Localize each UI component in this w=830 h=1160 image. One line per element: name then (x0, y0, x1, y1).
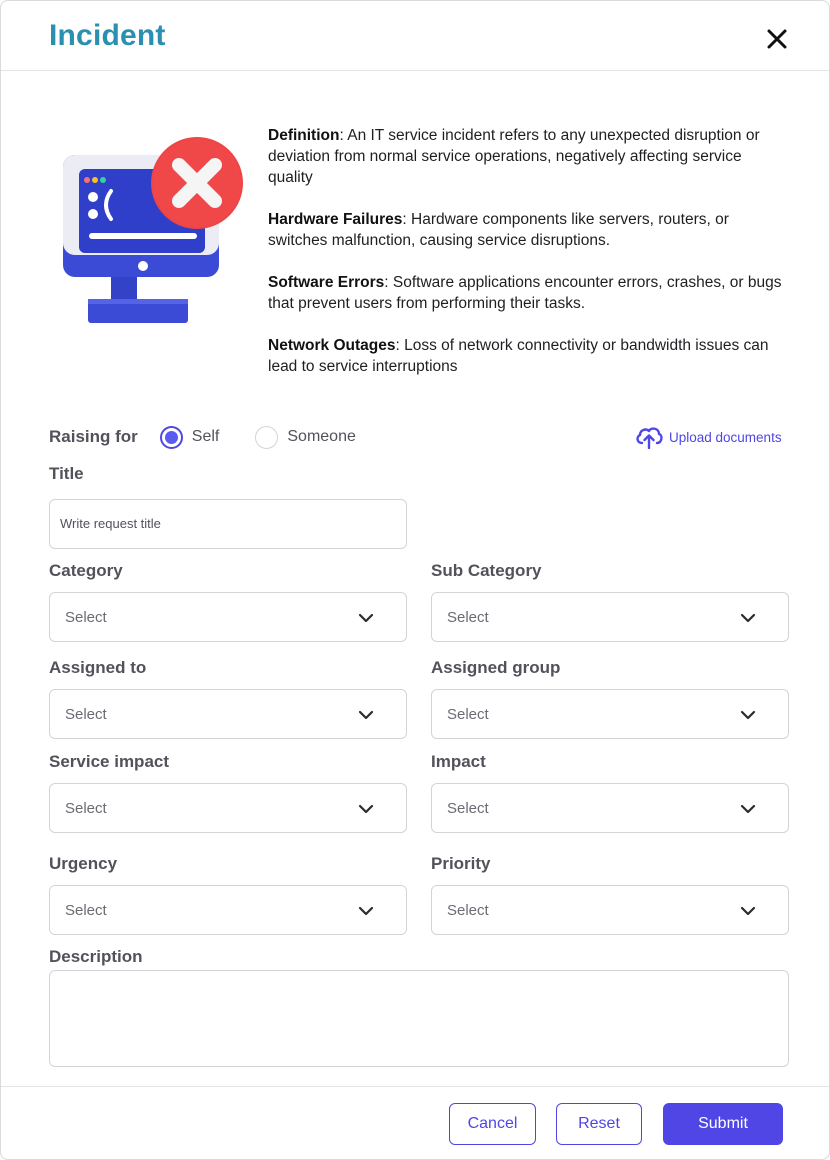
assigned-to-select[interactable]: Select (49, 689, 407, 739)
chevron-down-icon (358, 804, 374, 814)
sub-category-select[interactable]: Select (431, 592, 789, 642)
service-impact-value: Select (65, 800, 107, 817)
service-impact-label: Service impact (49, 752, 170, 771)
submit-button[interactable]: Submit (663, 1103, 783, 1145)
upload-documents-link[interactable]: Upload documents (635, 425, 782, 449)
urgency-label: Urgency (49, 854, 118, 873)
chevron-down-icon (740, 613, 756, 623)
raising-for-group: Raising for Self Someone (49, 425, 392, 449)
chevron-down-icon (740, 804, 756, 814)
category-label: Category (49, 561, 123, 580)
reset-button[interactable]: Reset (556, 1103, 642, 1145)
upload-documents-label: Upload documents (669, 429, 782, 445)
assigned-to-value: Select (65, 706, 107, 723)
assigned-group-select[interactable]: Select (431, 689, 789, 739)
priority-label: Priority (431, 854, 491, 873)
radio-someone-label[interactable]: Someone (287, 428, 356, 446)
title-input[interactable]: Write request title (49, 499, 407, 549)
network-outages-paragraph: Network Outages: Loss of network connect… (268, 337, 769, 375)
software-errors-paragraph: Software Errors: Software applications e… (268, 274, 782, 312)
sub-category-value: Select (447, 609, 489, 626)
assigned-to-label: Assigned to (49, 658, 147, 677)
footer-divider (1, 1086, 829, 1087)
incident-definitions: Definition: An IT service incident refer… (268, 125, 788, 398)
sub-category-label: Sub Category (431, 561, 542, 580)
chevron-down-icon (358, 906, 374, 916)
title-placeholder: Write request title (60, 516, 161, 531)
definition-paragraph: Definition: An IT service incident refer… (268, 127, 760, 186)
category-value: Select (65, 609, 107, 626)
assigned-group-value: Select (447, 706, 489, 723)
priority-value: Select (447, 902, 489, 919)
description-textarea[interactable] (49, 970, 789, 1067)
incident-dialog: Incident Definition: An IT service incid… (0, 0, 830, 1160)
radio-self-label[interactable]: Self (192, 428, 220, 446)
raising-for-label: Raising for (49, 427, 138, 446)
priority-select[interactable]: Select (431, 885, 789, 935)
dialog-title: Incident (49, 19, 166, 52)
cancel-button[interactable]: Cancel (449, 1103, 536, 1145)
upload-cloud-icon (636, 427, 663, 449)
description-label: Description (49, 947, 143, 966)
hardware-failures-paragraph: Hardware Failures: Hardware components l… (268, 211, 729, 249)
urgency-select[interactable]: Select (49, 885, 407, 935)
assigned-group-label: Assigned group (431, 658, 561, 677)
impact-label: Impact (431, 752, 486, 771)
monitor-error-illustration (63, 137, 243, 323)
dialog-header: Incident (1, 1, 829, 71)
radio-self[interactable] (159, 425, 183, 449)
radio-someone[interactable] (255, 425, 279, 449)
impact-select[interactable]: Select (431, 783, 789, 833)
urgency-value: Select (65, 902, 107, 919)
impact-value: Select (447, 800, 489, 817)
chevron-down-icon (740, 710, 756, 720)
chevron-down-icon (740, 906, 756, 916)
chevron-down-icon (358, 613, 374, 623)
close-icon[interactable] (763, 25, 791, 53)
category-select[interactable]: Select (49, 592, 407, 642)
chevron-down-icon (358, 710, 374, 720)
service-impact-select[interactable]: Select (49, 783, 407, 833)
title-label: Title (49, 464, 84, 483)
